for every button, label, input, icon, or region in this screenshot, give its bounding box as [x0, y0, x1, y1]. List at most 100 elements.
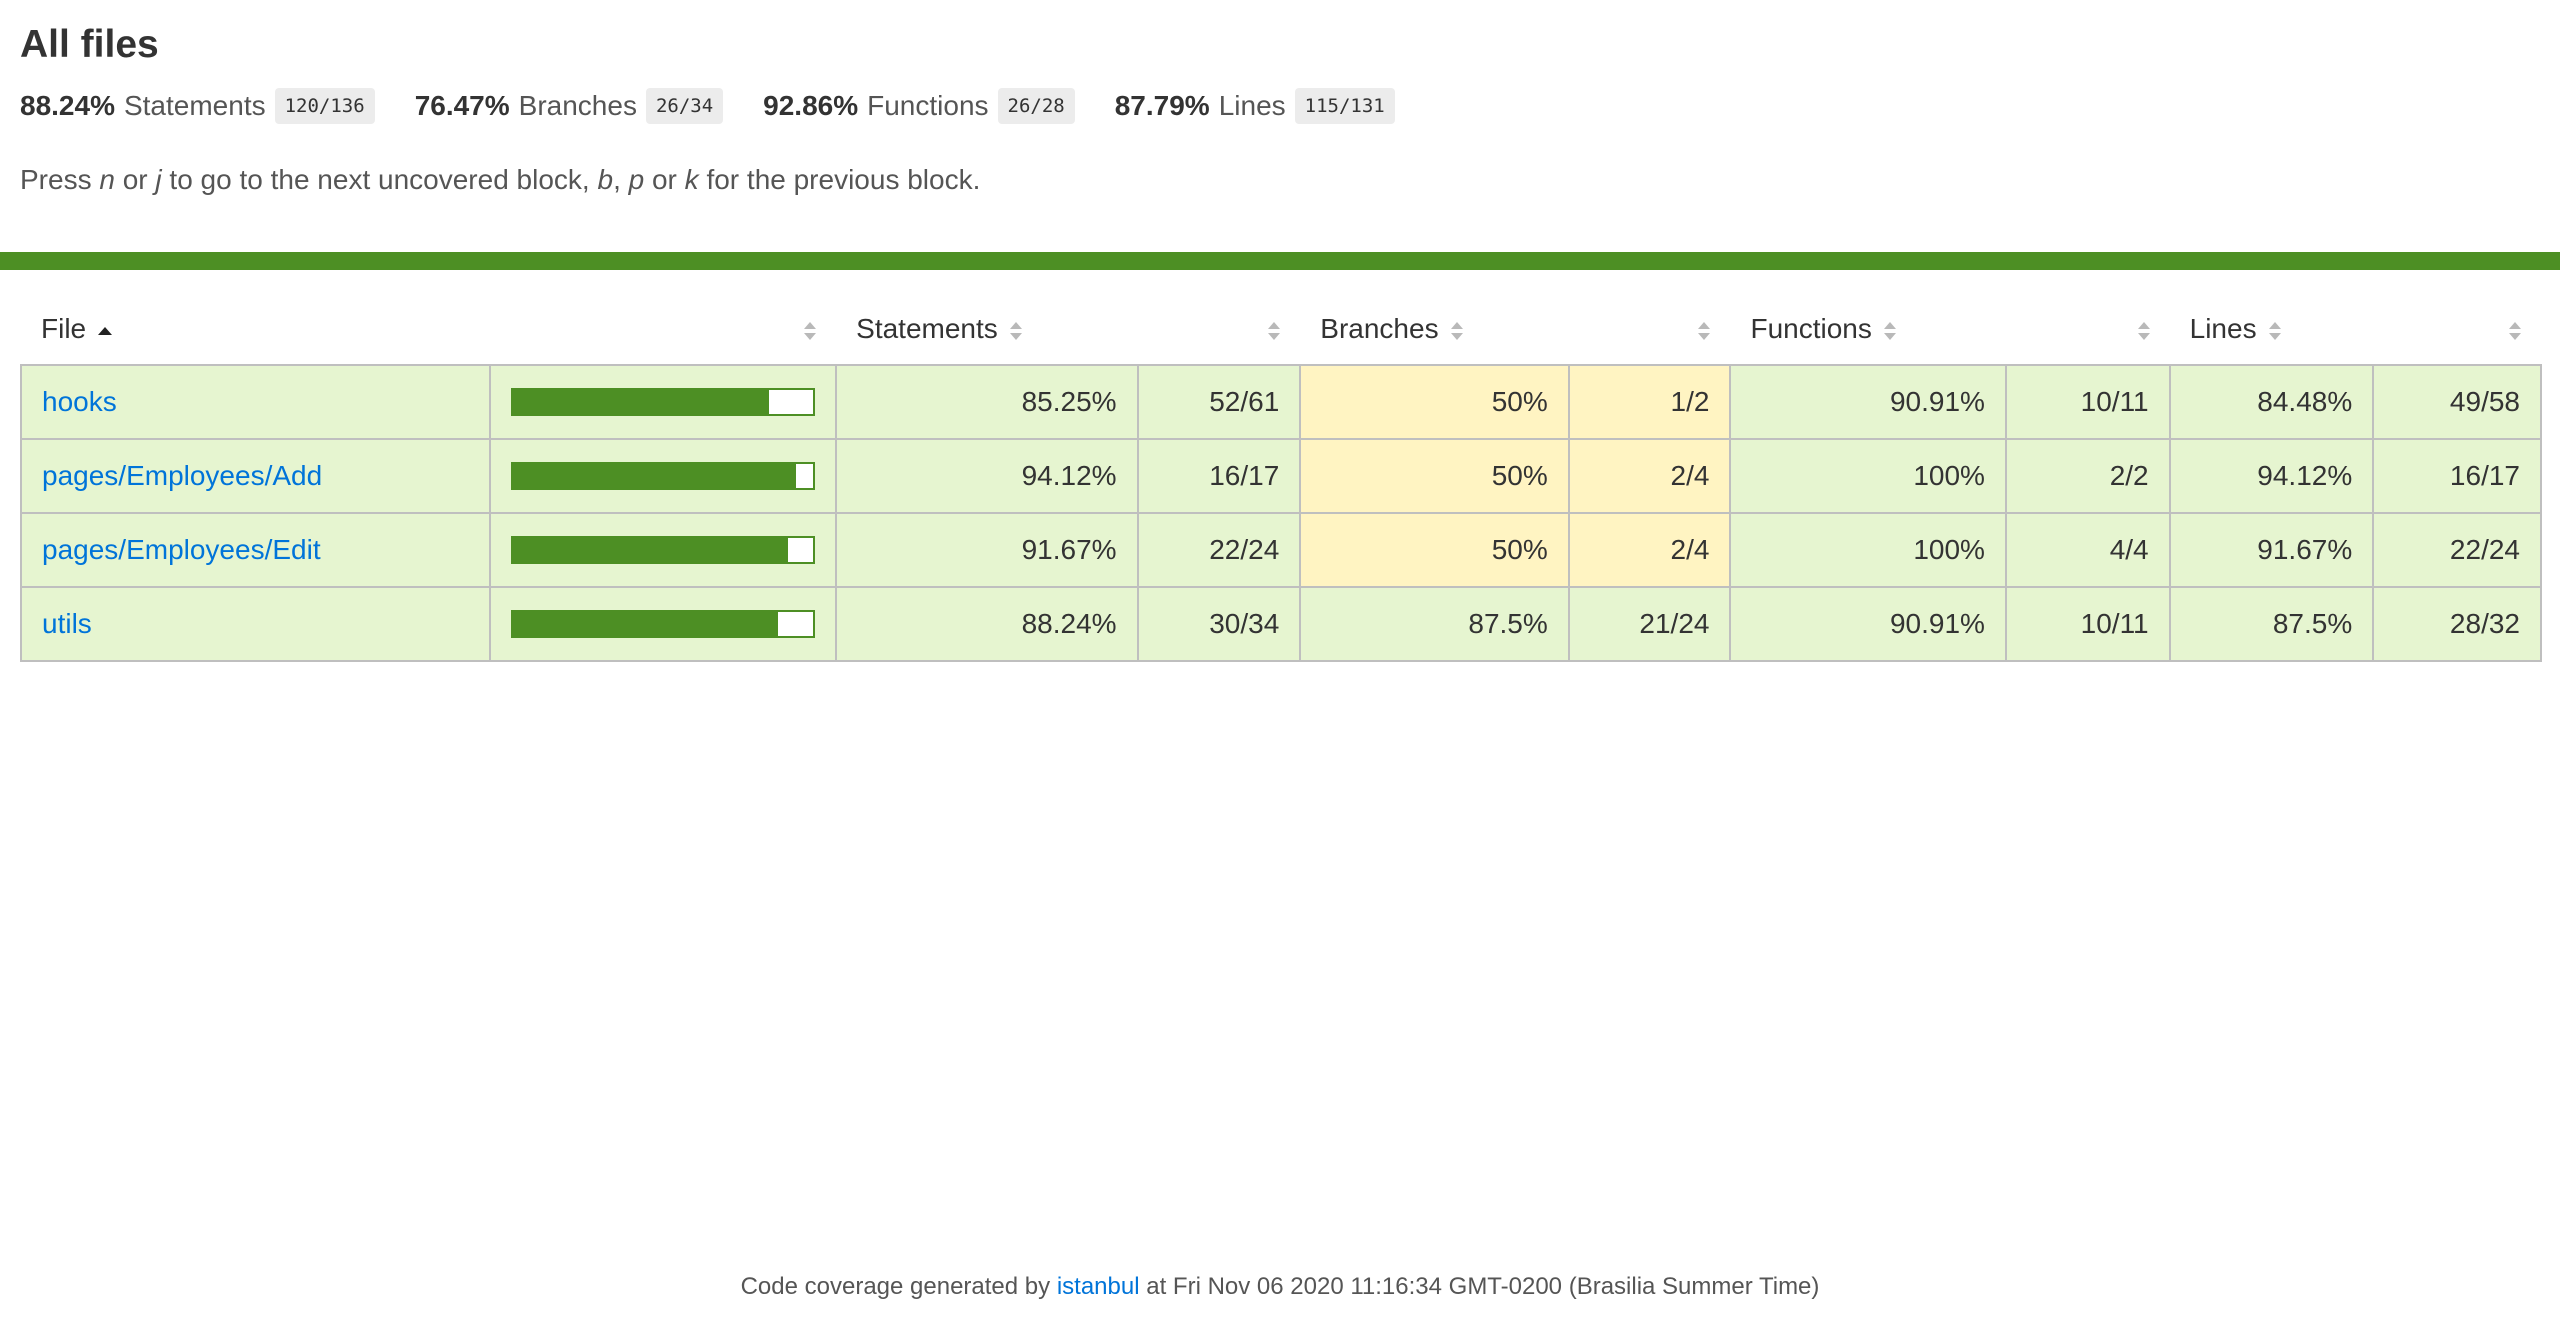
header-label: Branches — [1320, 313, 1439, 344]
column-header-functions[interactable]: Functions — [1730, 294, 2005, 365]
summary-label: Functions — [867, 90, 989, 121]
header-label: Functions — [1750, 313, 1872, 344]
coverage-bar-cell — [489, 512, 838, 588]
coverage-bar-cell — [489, 364, 838, 440]
summary-statements: 88.24% Statements 120/136 — [20, 88, 375, 124]
coverage-bar — [511, 536, 816, 564]
sort-icon — [2137, 321, 2150, 341]
coverage-summary: 88.24% Statements 120/136 76.47% Branche… — [20, 86, 2540, 126]
functions-pct: 90.91% — [1729, 364, 2007, 440]
file-link[interactable]: pages/Employees/Edit — [42, 534, 321, 565]
file-cell: pages/Employees/Edit — [19, 512, 492, 588]
sort-icon — [1009, 321, 1022, 341]
branches-pct: 50% — [1299, 364, 1570, 440]
lines-pct: 87.5% — [2168, 586, 2375, 662]
column-header-lines-raw[interactable] — [2373, 294, 2541, 365]
summary-fraction: 26/28 — [997, 88, 1075, 124]
branches-pct: 50% — [1299, 438, 1570, 514]
branches-fraction: 21/24 — [1567, 586, 1732, 662]
hint-text: or — [651, 164, 677, 195]
coverage-table-body: hooks 85.25% 52/61 50% 1/2 90.91% 10/11 84.48% 4… — [19, 364, 2542, 662]
lines-pct: 94.12% — [2168, 438, 2375, 514]
hint-key-k: k — [684, 164, 699, 195]
lines-fraction: 16/17 — [2372, 438, 2542, 514]
branches-fraction: 2/4 — [1567, 438, 1732, 514]
summary-label: Lines — [1218, 90, 1286, 121]
coverage-bar — [511, 610, 816, 638]
table-row: hooks 85.25% 52/61 50% 1/2 90.91% 10/11 84.48% 4… — [19, 364, 2542, 440]
keyboard-hint: Press n or j to go to the next uncovered… — [20, 160, 2540, 200]
coverage-bar — [511, 462, 816, 490]
file-cell: hooks — [19, 364, 492, 440]
coverage-bar-cell — [489, 438, 838, 514]
hint-text: to go to the next uncovered block, — [169, 164, 590, 195]
functions-fraction: 10/11 — [2004, 364, 2171, 440]
hint-key-j: j — [155, 164, 162, 195]
column-header-file-bar[interactable] — [490, 294, 836, 365]
statements-fraction: 30/34 — [1136, 586, 1302, 662]
footer: Code coverage generated by istanbul at F… — [0, 1273, 2560, 1301]
branches-pct: 87.5% — [1299, 586, 1570, 662]
lines-fraction: 49/58 — [2372, 364, 2542, 440]
table-row: pages/Employees/Edit 91.67% 22/24 50% 2/4 100… — [19, 512, 2542, 588]
hint-key-b: b — [597, 164, 614, 195]
sort-icon — [1698, 321, 1711, 341]
column-header-statements-raw[interactable] — [1138, 294, 1301, 365]
file-link[interactable]: hooks — [42, 386, 117, 417]
table-row: pages/Employees/Add 94.12% 16/17 50% 2/4 100%… — [19, 438, 2542, 514]
sort-icon — [2509, 321, 2521, 341]
statements-fraction: 22/24 — [1136, 512, 1302, 588]
file-link[interactable]: utils — [42, 608, 92, 639]
functions-pct: 90.91% — [1729, 586, 2007, 662]
column-header-branches[interactable]: Branches — [1300, 294, 1569, 365]
column-header-file[interactable]: File — [21, 294, 490, 365]
column-header-branches-raw[interactable] — [1569, 294, 1731, 365]
lines-fraction: 28/32 — [2372, 586, 2542, 662]
file-link[interactable]: pages/Employees/Add — [42, 460, 322, 491]
header-section: All files 88.24% Statements 120/136 76.4… — [0, 0, 2560, 200]
file-cell: pages/Employees/Add — [19, 438, 492, 514]
summary-pct: 87.79% — [1114, 90, 1210, 121]
column-header-functions-raw[interactable] — [2006, 294, 2170, 365]
sort-icon — [804, 321, 817, 341]
branches-fraction: 1/2 — [1567, 364, 1732, 440]
branches-pct: 50% — [1299, 512, 1570, 588]
coverage-bar-fill — [513, 612, 778, 636]
hint-key-p: p — [628, 164, 645, 195]
table-header-row: File Statements Branches Functions Lines — [21, 294, 2541, 365]
summary-pct: 88.24% — [20, 90, 115, 121]
footer-prefix: Code coverage generated by — [740, 1273, 1051, 1300]
summary-branches: 76.47% Branches 26/34 — [415, 88, 724, 124]
column-header-lines[interactable]: Lines — [2170, 294, 2374, 365]
coverage-bar-cell — [489, 586, 838, 662]
lines-fraction: 22/24 — [2372, 512, 2542, 588]
sort-icon — [1450, 321, 1463, 341]
table-row: utils 88.24% 30/34 87.5% 21/24 90.91% 10/11 87.… — [19, 586, 2542, 662]
summary-fraction: 26/34 — [645, 88, 724, 124]
functions-fraction: 4/4 — [2004, 512, 2171, 588]
functions-pct: 100% — [1729, 512, 2007, 588]
summary-fraction: 115/131 — [1294, 88, 1395, 124]
lines-pct: 91.67% — [2168, 512, 2375, 588]
hint-key-n: n — [99, 164, 115, 195]
istanbul-link[interactable]: istanbul — [1057, 1273, 1140, 1300]
header-label: Statements — [856, 313, 998, 344]
column-header-statements[interactable]: Statements — [836, 294, 1137, 365]
statements-pct: 94.12% — [835, 438, 1139, 514]
functions-fraction: 2/2 — [2004, 438, 2171, 514]
statements-pct: 88.24% — [835, 586, 1139, 662]
statements-pct: 85.25% — [835, 364, 1139, 440]
sort-icon — [1268, 321, 1281, 341]
sort-icon — [1883, 321, 1896, 341]
functions-fraction: 10/11 — [2004, 586, 2171, 662]
hint-text: or — [122, 164, 148, 195]
file-cell: utils — [19, 586, 492, 662]
summary-label: Branches — [518, 90, 637, 121]
sort-ascending-icon — [98, 321, 113, 341]
summary-label: Statements — [123, 90, 266, 121]
statements-fraction: 52/61 — [1136, 364, 1302, 440]
functions-pct: 100% — [1729, 438, 2007, 514]
branches-fraction: 2/4 — [1567, 512, 1732, 588]
header-label: Lines — [2189, 313, 2257, 344]
coverage-bar-fill — [513, 390, 769, 414]
